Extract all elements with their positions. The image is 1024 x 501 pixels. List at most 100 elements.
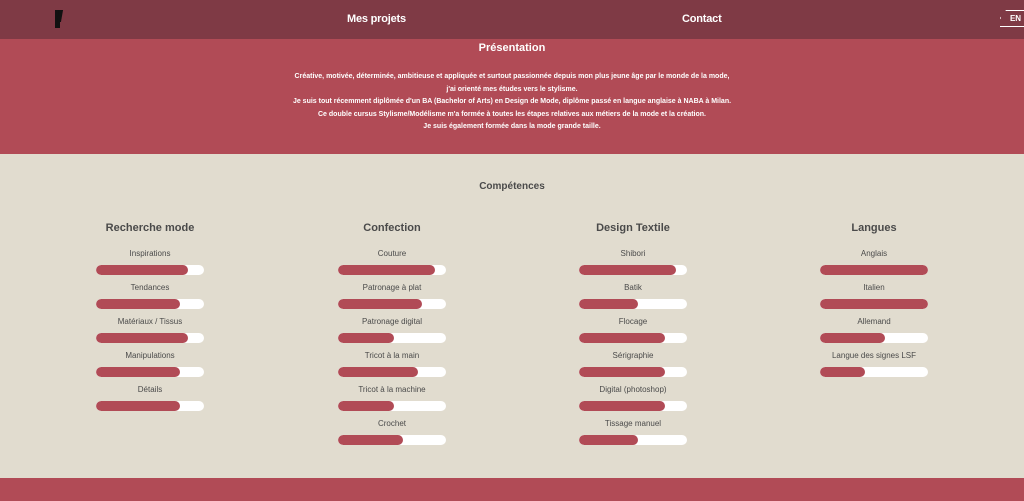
skill-level-bar bbox=[579, 299, 687, 309]
skill-level-bar bbox=[579, 435, 687, 445]
top-navigation-bar: Mes projets Contact EN bbox=[0, 0, 1024, 39]
skill-level-bar bbox=[579, 401, 687, 411]
skill-level-fill bbox=[820, 367, 866, 377]
skill-item: Patronage digital bbox=[337, 316, 447, 350]
skill-label: Allemand bbox=[857, 317, 891, 326]
skill-item: Inspirations bbox=[95, 248, 205, 282]
skill-level-bar bbox=[96, 367, 204, 377]
footer-bar bbox=[0, 478, 1024, 501]
skill-level-bar bbox=[579, 265, 687, 275]
skill-item: Tissage manuel bbox=[578, 418, 688, 452]
skill-level-bar bbox=[579, 333, 687, 343]
skill-item: Tricot à la main bbox=[337, 350, 447, 384]
site-logo-icon[interactable] bbox=[55, 10, 60, 28]
skill-level-bar bbox=[579, 367, 687, 377]
skill-level-fill bbox=[579, 333, 666, 343]
skill-label: Inspirations bbox=[129, 249, 171, 258]
skill-item: Allemand bbox=[819, 316, 929, 350]
skill-level-fill bbox=[820, 333, 885, 343]
skill-level-bar bbox=[338, 265, 446, 275]
skill-column-title: Confection bbox=[363, 222, 421, 234]
skill-label: Anglais bbox=[860, 249, 888, 258]
skill-item: Détails bbox=[95, 384, 205, 418]
skill-level-fill bbox=[96, 367, 181, 377]
skill-level-fill bbox=[338, 435, 403, 445]
skills-title: Compétences bbox=[479, 181, 545, 192]
skill-level-bar bbox=[820, 265, 928, 275]
skill-level-fill bbox=[579, 401, 666, 411]
skill-level-fill bbox=[96, 333, 188, 343]
skill-level-bar bbox=[820, 367, 928, 377]
skill-column: Recherche mode Inspirations Tendances Matér… bbox=[95, 222, 205, 418]
nav-link-projects[interactable]: Mes projets bbox=[347, 13, 406, 25]
skill-level-fill bbox=[96, 401, 181, 411]
skill-label: Tricot à la main bbox=[364, 351, 420, 360]
skill-level-fill bbox=[579, 367, 666, 377]
skill-label: Manipulations bbox=[125, 351, 175, 360]
skill-item: Digital (photoshop) bbox=[578, 384, 688, 418]
skill-item: Tricot à la machine bbox=[337, 384, 447, 418]
skill-column-title: Recherche mode bbox=[105, 222, 195, 234]
skill-level-bar bbox=[338, 401, 446, 411]
skill-label: Détails bbox=[137, 385, 163, 394]
skill-level-fill bbox=[338, 299, 423, 309]
skill-level-fill bbox=[579, 299, 639, 309]
skill-level-bar bbox=[96, 265, 204, 275]
skill-level-bar bbox=[338, 435, 446, 445]
skill-item: Manipulations bbox=[95, 350, 205, 384]
skill-item: Patronage à plat bbox=[337, 282, 447, 316]
nav-link-contact[interactable]: Contact bbox=[682, 13, 722, 25]
skill-column: Langues Anglais Italien Allemand Langue des … bbox=[819, 222, 929, 384]
presentation-title: Présentation bbox=[478, 42, 546, 54]
presentation-text: Créative, motivée, déterminée, ambitieus… bbox=[0, 71, 1024, 134]
skill-label: Tricot à la machine bbox=[358, 385, 426, 394]
skill-label: Crochet bbox=[377, 419, 406, 428]
skill-label: Tissage manuel bbox=[604, 419, 662, 428]
skill-level-bar bbox=[338, 333, 446, 343]
skill-level-fill bbox=[579, 435, 639, 445]
skill-column: Design Textile Shibori Batik Flocage Sérigra… bbox=[578, 222, 688, 452]
skill-level-bar bbox=[96, 333, 204, 343]
skill-label: Shibori bbox=[620, 249, 646, 258]
skill-label: Matériaux / Tissus bbox=[117, 317, 183, 326]
skill-level-bar bbox=[338, 367, 446, 377]
skill-column: Confection Couture Patronage à plat Patrona… bbox=[337, 222, 447, 452]
skill-level-bar bbox=[338, 299, 446, 309]
skill-item: Tendances bbox=[95, 282, 205, 316]
skill-item: Batik bbox=[578, 282, 688, 316]
skill-label: Langue des signes LSF bbox=[831, 351, 917, 360]
skill-item: Couture bbox=[337, 248, 447, 282]
presentation-section: Présentation Créative, motivée, détermin… bbox=[0, 39, 1024, 154]
skill-level-bar bbox=[820, 299, 928, 309]
presentation-line: Je suis également formée dans la mode gr… bbox=[423, 123, 601, 130]
skill-label: Italien bbox=[863, 283, 885, 292]
skill-label: Digital (photoshop) bbox=[599, 385, 667, 394]
skill-level-bar bbox=[96, 401, 204, 411]
skill-label: Flocage bbox=[618, 317, 648, 326]
skill-level-fill bbox=[338, 265, 436, 275]
skill-label: Batik bbox=[624, 283, 642, 292]
presentation-line: Créative, motivée, déterminée, ambitieus… bbox=[294, 73, 730, 80]
language-switch-button[interactable]: EN bbox=[1000, 10, 1024, 27]
skill-column-title: Langues bbox=[851, 222, 897, 234]
skill-item: Sérigraphie bbox=[578, 350, 688, 384]
skill-level-fill bbox=[96, 299, 181, 309]
presentation-line: j'ai orienté mes études vers le stylisme… bbox=[446, 85, 578, 93]
presentation-line: Ce double cursus Stylisme/Modélisme m'a … bbox=[318, 110, 706, 118]
skill-label: Couture bbox=[377, 249, 407, 258]
skill-column-title: Design Textile bbox=[596, 222, 670, 234]
skill-level-bar bbox=[96, 299, 204, 309]
skill-level-fill bbox=[338, 401, 395, 411]
skill-level-fill bbox=[96, 265, 188, 275]
skill-item: Anglais bbox=[819, 248, 929, 282]
skill-label: Sérigraphie bbox=[612, 351, 654, 360]
skill-label: Patronage à plat bbox=[362, 283, 422, 292]
skill-item: Shibori bbox=[578, 248, 688, 282]
skill-item: Crochet bbox=[337, 418, 447, 452]
presentation-line: Je suis tout récemment diplômée d'un BA … bbox=[292, 98, 732, 105]
skill-level-fill bbox=[338, 367, 418, 377]
skill-level-fill bbox=[579, 265, 677, 275]
skill-level-bar bbox=[820, 333, 928, 343]
skill-item: Matériaux / Tissus bbox=[95, 316, 205, 350]
skill-level-fill bbox=[820, 299, 928, 309]
